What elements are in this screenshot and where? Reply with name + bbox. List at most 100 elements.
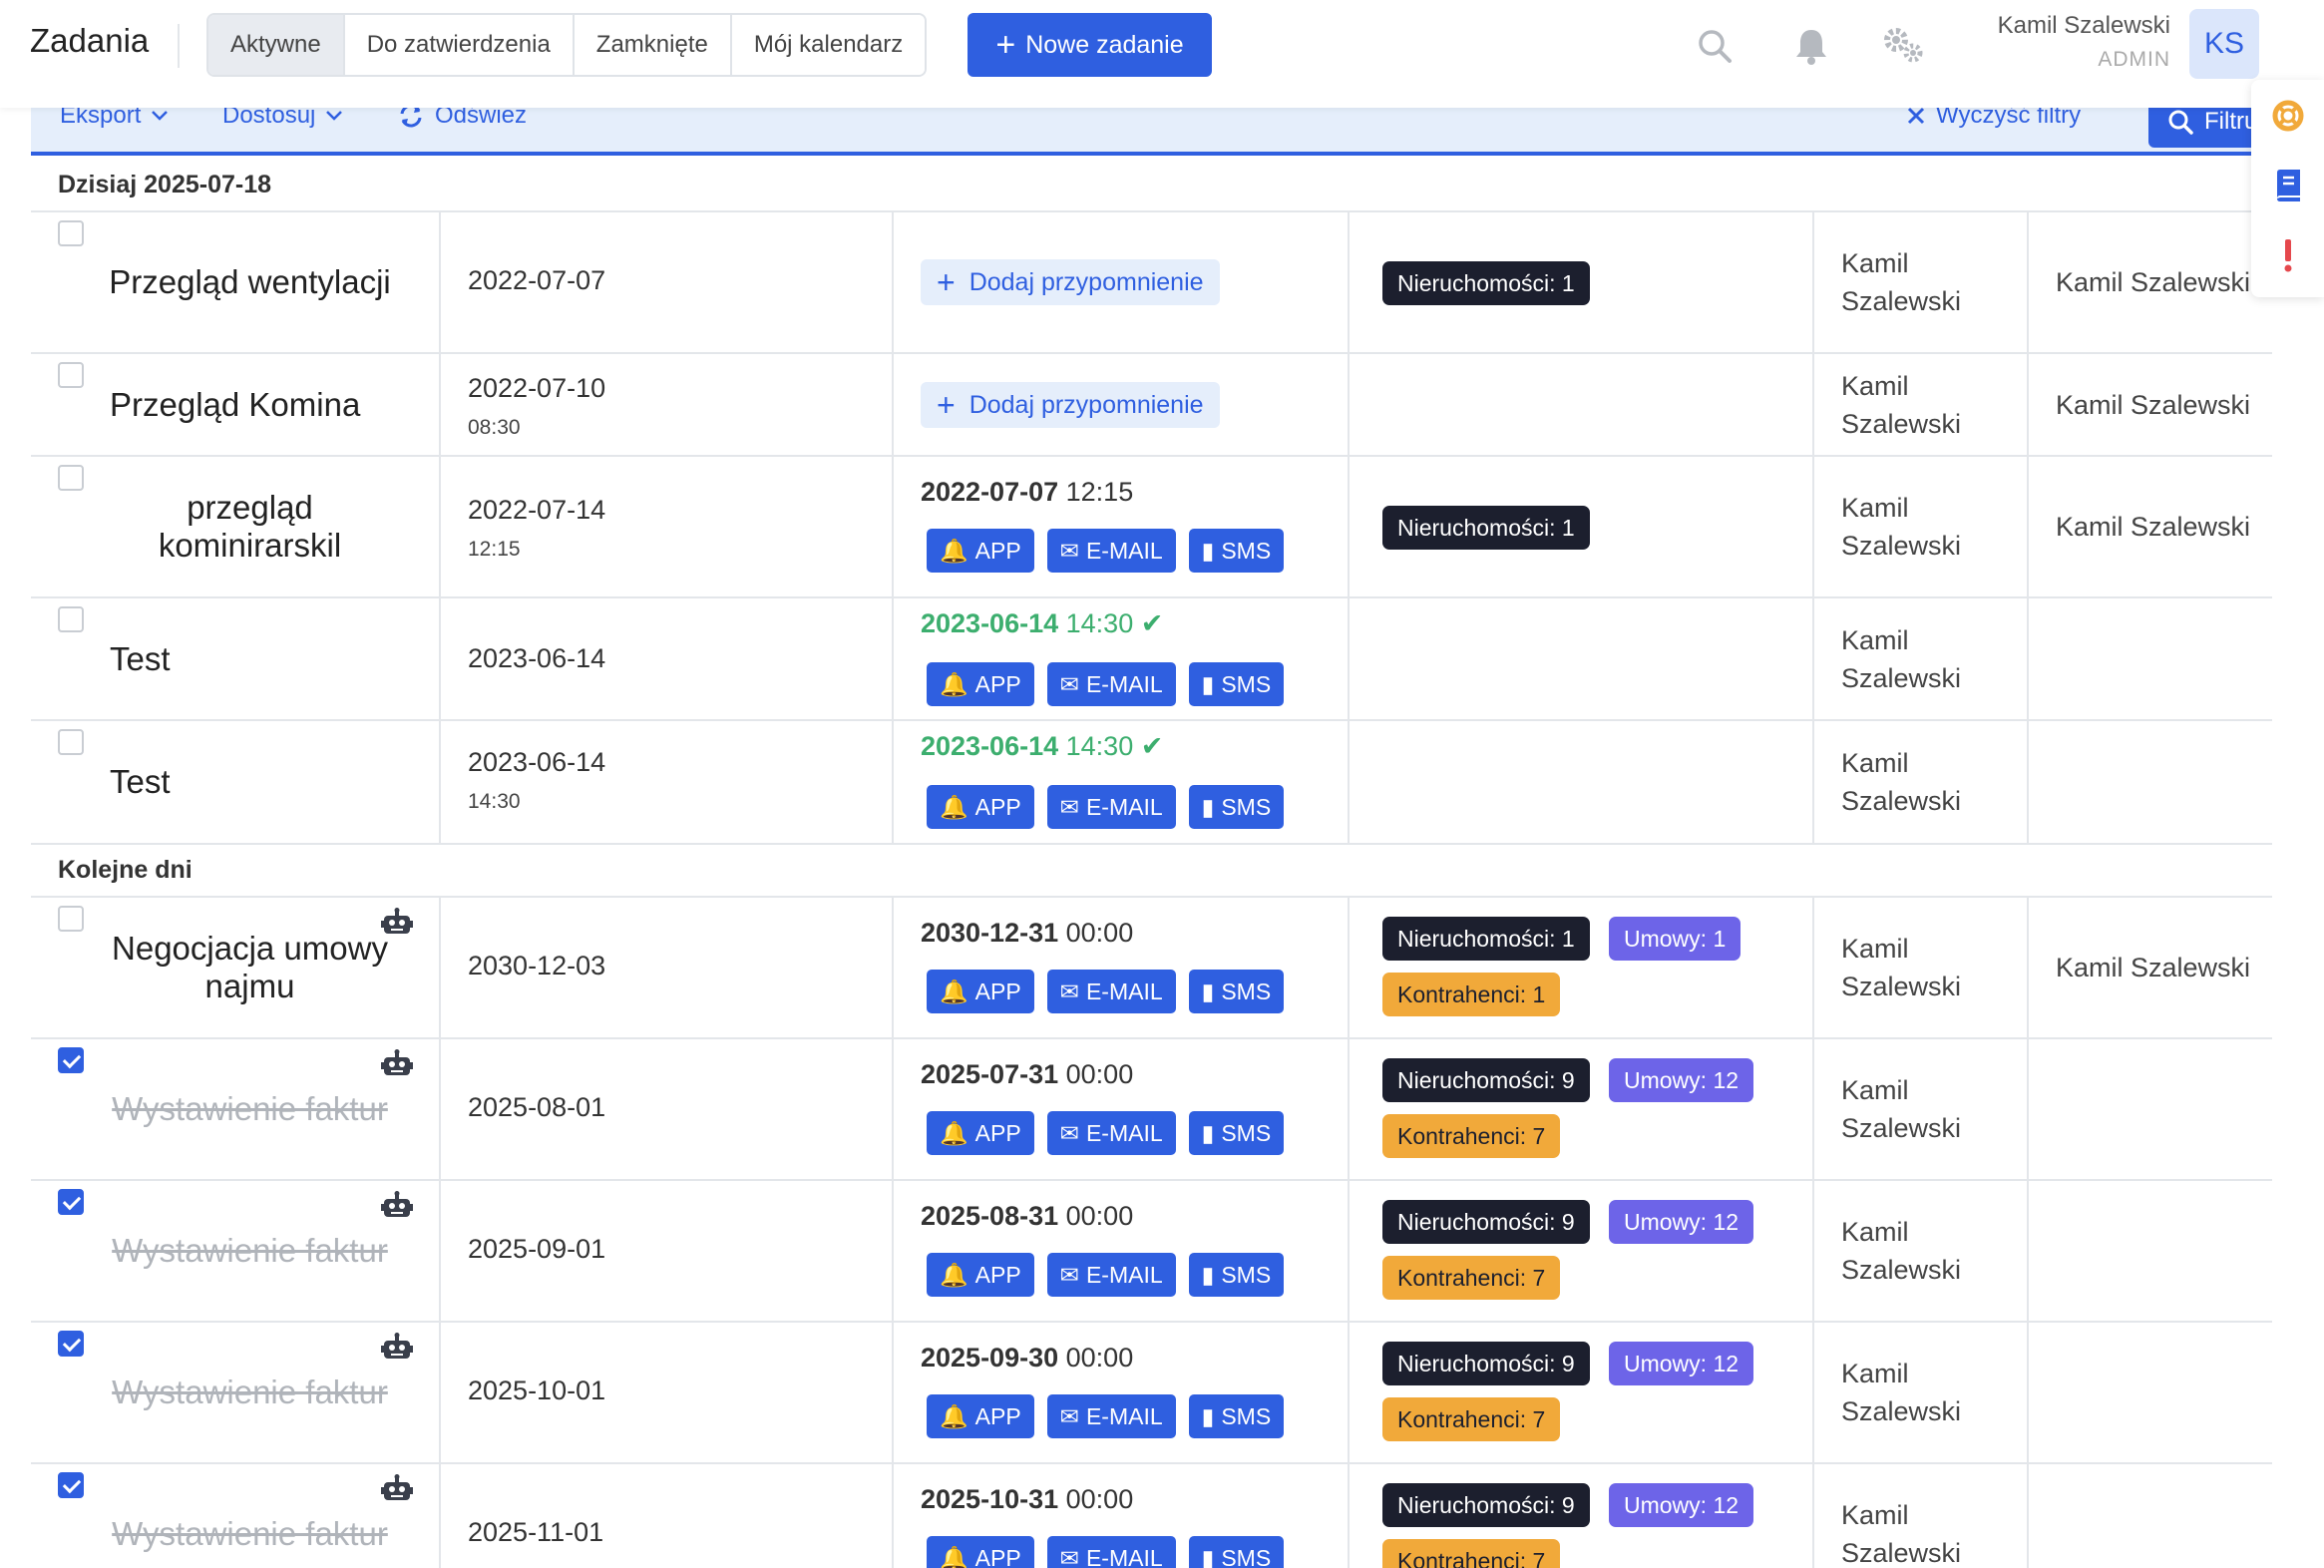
channel-app[interactable]: 🔔 APP	[927, 1253, 1034, 1297]
channel-sms[interactable]: ▮ SMS	[1188, 1253, 1285, 1297]
table-row[interactable]: Wystawienie faktur 2025-11-01 2025-10-31…	[31, 1464, 2272, 1568]
table-row[interactable]: Negocjacja umowy najmu 2030-12-03 2030-1…	[31, 898, 2272, 1039]
row-checkbox[interactable]	[58, 729, 84, 755]
reminder-date: 2025-09-30	[921, 1343, 1059, 1372]
table-row[interactable]: Wystawienie faktur 2025-09-01 2025-08-31…	[31, 1181, 2272, 1323]
envelope-icon: ✉	[1059, 1261, 1079, 1288]
task-name[interactable]: Wystawienie faktur	[91, 1464, 409, 1568]
row-checkbox[interactable]	[58, 220, 84, 246]
task-name[interactable]: Test	[110, 721, 409, 843]
table-row[interactable]: Wystawienie faktur 2025-08-01 2025-07-31…	[31, 1039, 2272, 1181]
channel-email[interactable]: ✉ E-MAIL	[1046, 662, 1176, 706]
channel-email[interactable]: ✉ E-MAIL	[1046, 1394, 1176, 1438]
table-row[interactable]: Test 2023-06-14 14:30 2023-06-14 14:30 ✔…	[31, 721, 2272, 845]
tab-closed[interactable]: Zamknięte	[574, 15, 732, 75]
channel-email[interactable]: ✉ E-MAIL	[1046, 1536, 1176, 1568]
search-icon[interactable]	[1693, 24, 1737, 68]
row-checkbox[interactable]	[58, 465, 84, 491]
tag-contracts[interactable]: Umowy: 12	[1609, 1483, 1754, 1527]
chip-label: SMS	[1221, 1119, 1272, 1146]
channel-app[interactable]: 🔔 APP	[927, 1536, 1034, 1568]
tag-contracts[interactable]: Umowy: 12	[1609, 1200, 1754, 1244]
table-row[interactable]: Test 2023-06-14 2023-06-14 14:30 ✔ 🔔 APP …	[31, 598, 2272, 721]
help-button[interactable]	[2258, 88, 2318, 144]
row-checkbox[interactable]	[58, 606, 84, 632]
channel-app[interactable]: 🔔 APP	[927, 529, 1034, 573]
task-name[interactable]: Wystawienie faktur	[91, 1039, 409, 1179]
tag-properties[interactable]: Nieruchomości: 1	[1382, 917, 1590, 961]
bell-icon[interactable]	[1789, 24, 1833, 68]
add-reminder-button[interactable]: + Dodaj przypomnienie	[921, 259, 1220, 305]
tag-contractors[interactable]: Kontrahenci: 7	[1382, 1256, 1561, 1300]
add-reminder-button[interactable]: + Dodaj przypomnienie	[921, 382, 1220, 428]
tag-contractors[interactable]: Kontrahenci: 7	[1382, 1539, 1561, 1568]
row-checkbox[interactable]	[58, 1047, 84, 1073]
table-row[interactable]: Wystawienie faktur 2025-10-01 2025-09-30…	[31, 1323, 2272, 1464]
robot-icon	[381, 1474, 413, 1500]
channel-sms[interactable]: ▮ SMS	[1188, 529, 1285, 573]
row-checkbox[interactable]	[58, 906, 84, 932]
lifebuoy-icon	[2272, 100, 2304, 132]
row-checkbox[interactable]	[58, 362, 84, 388]
tag-contracts[interactable]: Umowy: 12	[1609, 1058, 1754, 1102]
task-name[interactable]: Przegląd wentylacji	[91, 212, 409, 352]
tag-properties[interactable]: Nieruchomości: 9	[1382, 1200, 1590, 1244]
channel-sms[interactable]: ▮ SMS	[1188, 662, 1285, 706]
tag-properties[interactable]: Nieruchomości: 1	[1382, 506, 1590, 550]
tag-properties[interactable]: Nieruchomości: 9	[1382, 1058, 1590, 1102]
task-name[interactable]: Test	[110, 598, 409, 719]
channel-email[interactable]: ✉ E-MAIL	[1046, 970, 1176, 1013]
channel-app[interactable]: 🔔 APP	[927, 970, 1034, 1013]
add-reminder-label: Dodaj przypomnienie	[968, 390, 1204, 419]
chip-label: APP	[974, 670, 1021, 697]
gears-icon[interactable]	[1882, 24, 1926, 68]
channel-app[interactable]: 🔔 APP	[927, 1394, 1034, 1438]
docs-button[interactable]	[2258, 158, 2318, 213]
channel-sms[interactable]: ▮ SMS	[1188, 1111, 1285, 1155]
tab-my-calendar[interactable]: Mój kalendarz	[731, 15, 926, 75]
row-checkbox[interactable]	[58, 1472, 84, 1498]
channel-email[interactable]: ✉ E-MAIL	[1046, 1111, 1176, 1155]
bell-icon: 🔔	[940, 978, 968, 1004]
channel-sms[interactable]: ▮ SMS	[1188, 1536, 1285, 1568]
task-date: 2025-09-01	[468, 1234, 606, 1264]
avatar[interactable]: KS	[2189, 9, 2259, 79]
channel-sms[interactable]: ▮ SMS	[1188, 1394, 1285, 1438]
top-header: Zadania Aktywne Do zatwierdzenia Zamknię…	[0, 0, 2324, 108]
task-name[interactable]: Negocjacja umowy najmu	[91, 898, 409, 1037]
owner-name: Kamil Szalewski	[1841, 934, 1962, 1001]
row-checkbox[interactable]	[58, 1189, 84, 1215]
tab-active[interactable]: Aktywne	[208, 15, 345, 75]
bell-icon: 🔔	[940, 537, 968, 564]
assignee-name	[2056, 598, 2260, 719]
tab-pending-approval[interactable]: Do zatwierdzenia	[344, 15, 575, 75]
task-name[interactable]: Wystawienie faktur	[91, 1181, 409, 1321]
tag-contractors[interactable]: Kontrahenci: 7	[1382, 1397, 1561, 1441]
table-row[interactable]: Przegląd wentylacji 2022-07-07 + Dodaj p…	[31, 212, 2272, 354]
tag-properties[interactable]: Nieruchomości: 9	[1382, 1342, 1590, 1385]
channel-sms[interactable]: ▮ SMS	[1188, 785, 1285, 829]
table-row[interactable]: przegląd kominirarskil 2022-07-14 12:15 …	[31, 457, 2272, 598]
new-task-button[interactable]: + Nowe zadanie	[968, 13, 1212, 77]
row-checkbox[interactable]	[58, 1331, 84, 1357]
channel-sms[interactable]: ▮ SMS	[1188, 970, 1285, 1013]
tag-contractors[interactable]: Kontrahenci: 7	[1382, 1114, 1561, 1158]
report-issue-button[interactable]	[2258, 227, 2318, 283]
channel-email[interactable]: ✉ E-MAIL	[1046, 529, 1176, 573]
channel-email[interactable]: ✉ E-MAIL	[1046, 785, 1176, 829]
channel-email[interactable]: ✉ E-MAIL	[1046, 1253, 1176, 1297]
task-name[interactable]: Wystawienie faktur	[91, 1323, 409, 1462]
channel-app[interactable]: 🔔 APP	[927, 785, 1034, 829]
tag-properties[interactable]: Nieruchomości: 1	[1382, 261, 1590, 305]
owner-name: Kamil Szalewski	[1841, 1359, 1962, 1426]
task-name[interactable]: przegląd kominirarskil	[91, 457, 409, 596]
tag-contractors[interactable]: Kontrahenci: 1	[1382, 973, 1561, 1016]
tag-properties[interactable]: Nieruchomości: 9	[1382, 1483, 1590, 1527]
task-name[interactable]: Przegląd Komina	[110, 354, 409, 455]
table-row[interactable]: Przegląd Komina 2022-07-10 08:30 + Dodaj…	[31, 354, 2272, 457]
channel-app[interactable]: 🔔 APP	[927, 662, 1034, 706]
channel-app[interactable]: 🔔 APP	[927, 1111, 1034, 1155]
tag-contracts[interactable]: Umowy: 1	[1609, 917, 1742, 961]
assignee-name: Kamil Szalewski	[2056, 389, 2251, 420]
tag-contracts[interactable]: Umowy: 12	[1609, 1342, 1754, 1385]
